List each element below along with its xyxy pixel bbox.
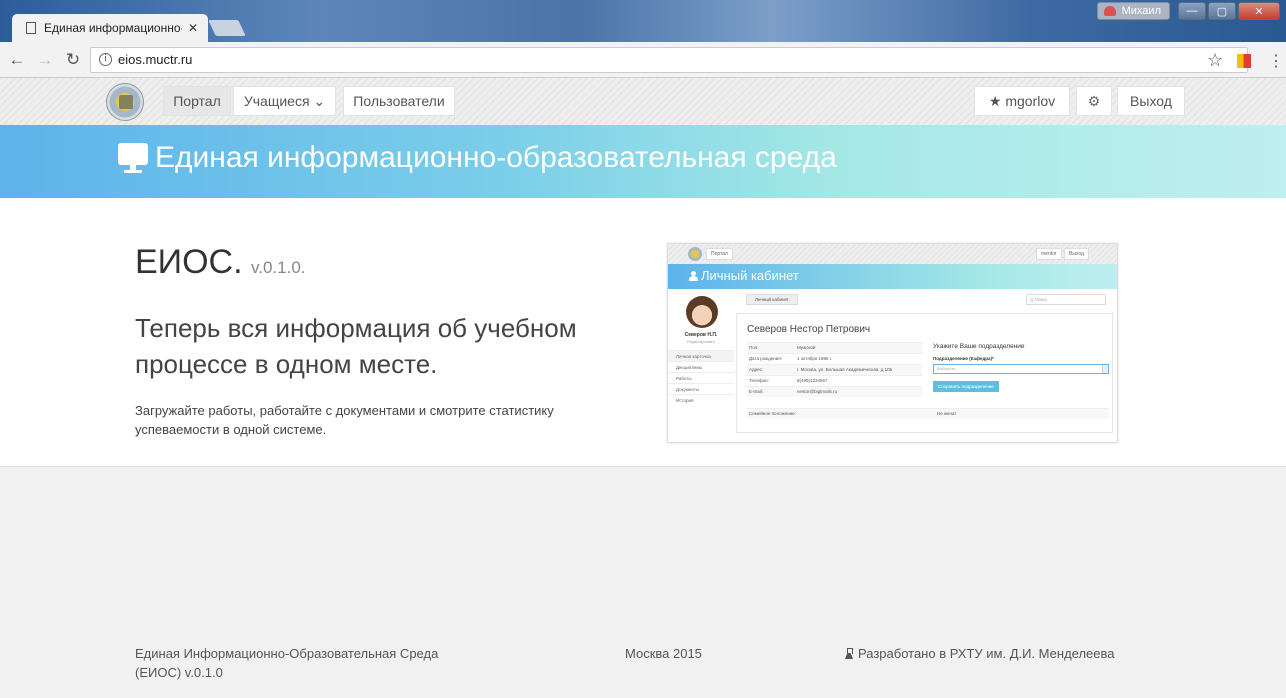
tagline: Теперь вся информация об учебном процесс…: [135, 313, 577, 379]
back-arrow-icon[interactable]: ←: [6, 50, 28, 70]
minimize-button[interactable]: —: [1178, 2, 1206, 20]
nav-portal[interactable]: Портал: [163, 86, 231, 116]
flask-icon: [845, 648, 853, 659]
preview-hero: Личный кабинет: [668, 264, 1117, 289]
preview-menu-item: История: [668, 394, 734, 405]
preview-menu-item: Документы: [668, 383, 734, 394]
monitor-icon: [118, 143, 148, 175]
table-row: Адрес: г. Москва, ул. Большая Академическ…: [747, 364, 922, 375]
close-tab-icon[interactable]: ✕: [188, 21, 198, 35]
preview-screenshot: Портал mentor Выход Личный кабинет Север…: [667, 243, 1118, 443]
site-info-icon[interactable]: i: [99, 53, 112, 66]
preview-save-button: Сохранить подразделение: [933, 381, 999, 392]
table-row: Дата рождения: 1 октября 1986 г.: [747, 353, 922, 364]
hero-banner: Единая информационно-образовательная сре…: [0, 125, 1286, 198]
table-row: Телефон: 8(499)1234567: [747, 375, 922, 386]
table-row: Пол: Мужской: [747, 342, 922, 353]
tab-title: Единая информационно-образовательная сре…: [44, 21, 182, 35]
preview-search: Q Поиск: [1026, 294, 1106, 305]
brand-heading: ЕИОС. v.0.1.0.: [135, 243, 306, 282]
profile-button[interactable]: Михаил: [1096, 2, 1170, 20]
bookmark-star-icon[interactable]: ☆: [1207, 50, 1223, 71]
preview-sidebar: Северов Н.П. Редактировать Личная карточ…: [668, 289, 734, 442]
preview-menu-item: Личная карточка: [668, 350, 734, 361]
site-navbar: Портал Учащиеся ⌄ Пользователи ★ mgorlov…: [0, 78, 1286, 125]
address-bar[interactable]: i eios.muctr.ru: [90, 46, 1248, 73]
footer-center: Москва 2015: [625, 646, 702, 661]
preview-main: Личный кабинет Q Поиск Северов Нестор Пе…: [736, 289, 1117, 442]
extension-icon[interactable]: [1237, 54, 1251, 68]
footer-right: Разработано в РХТУ им. Д.И. Менделеева: [845, 644, 1115, 663]
new-tab-button[interactable]: [208, 20, 246, 36]
url-text: eios.muctr.ru: [118, 52, 193, 67]
preview-person-name: Северов Нестор Петрович: [747, 324, 871, 335]
preview-side-name: Северов Н.П.: [684, 332, 718, 338]
browser-menu-icon[interactable]: ⋮: [1268, 51, 1284, 71]
user-profile-link[interactable]: ★ mgorlov: [974, 86, 1070, 116]
footer-left: Единая Информационно-Образовательная Сре…: [135, 646, 439, 680]
close-window-button[interactable]: ✕: [1238, 2, 1280, 20]
browser-toolbar: ← → ↻ i eios.muctr.ru ☆ ⋮: [0, 42, 1286, 78]
preview-panel: Северов Нестор Петрович Пол: Мужской Дата…: [736, 313, 1113, 433]
preview-logo: [688, 247, 702, 261]
browser-tab[interactable]: Единая информационно-образовательная сре…: [12, 14, 208, 42]
preview-nav-portal: Портал: [706, 248, 733, 260]
avatar: [686, 296, 718, 328]
preview-menu-item: Дисциплины: [668, 361, 734, 372]
brand-name: ЕИОС.: [135, 243, 243, 281]
nav-users[interactable]: Пользователи: [343, 86, 455, 116]
preview-navbar: Портал mentor Выход: [668, 244, 1117, 264]
forward-arrow-icon[interactable]: →: [34, 50, 56, 70]
footer-right-text: Разработано в РХТУ им. Д.И. Менделеева: [858, 646, 1115, 661]
preview-dept-select: Выберите...: [933, 364, 1109, 374]
settings-gear-icon[interactable]: ⚙: [1076, 86, 1112, 116]
preview-dept-title: Укажите Ваше подразделение: [933, 343, 1025, 350]
preview-side-sub: Редактировать: [687, 339, 715, 344]
preview-menu-item: Работы: [668, 372, 734, 383]
logout-button[interactable]: Выход: [1117, 86, 1185, 116]
table-row: E-mail: nestor@bigtmails.ru: [747, 386, 922, 397]
preview-menu: Личная карточка Дисциплины Работы Докуме…: [668, 350, 734, 405]
preview-nav-logout: Выход: [1064, 248, 1089, 260]
preview-info-table: Пол: Мужской Дата рождения: 1 октября 1986…: [747, 342, 922, 397]
window-controls: Михаил — ▢ ✕: [1096, 2, 1280, 20]
browser-titlebar: Единая информационно-образовательная сре…: [0, 0, 1286, 42]
nav-students-dropdown[interactable]: Учащиеся ⌄: [233, 86, 336, 116]
maximize-button[interactable]: ▢: [1208, 2, 1236, 20]
preview-breadcrumb: Личный кабинет: [746, 294, 798, 305]
preview-family-row: Семейное положение: Не женат: [747, 408, 1109, 419]
preview-dept-label: Подразделение (Кафедра)*: [933, 356, 994, 361]
user-icon: [689, 271, 698, 281]
hero-title: Единая информационно-образовательная сре…: [155, 141, 837, 174]
brand-version: v.0.1.0.: [251, 258, 306, 277]
reload-icon[interactable]: ↻: [62, 50, 84, 70]
preview-hero-title: Личный кабинет: [701, 268, 799, 283]
description: Загружайте работы, работайте с документа…: [135, 403, 554, 437]
university-logo[interactable]: [106, 83, 144, 121]
page-icon: [26, 22, 36, 34]
preview-nav-user: mentor: [1036, 248, 1062, 260]
